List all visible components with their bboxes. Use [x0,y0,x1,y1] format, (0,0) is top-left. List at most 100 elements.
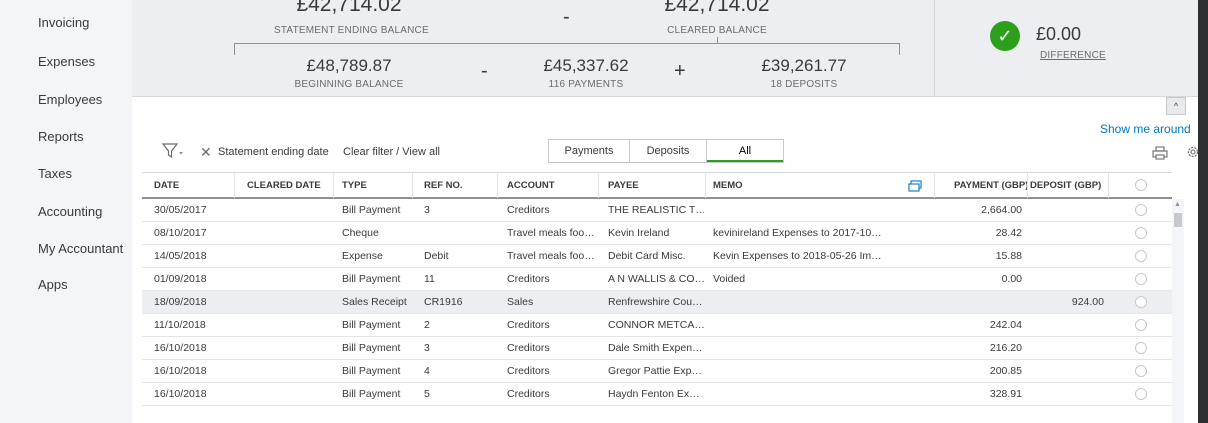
cell-deposit [1028,245,1104,267]
cell-ref-no: 3 [424,342,430,354]
gear-icon[interactable] [1186,145,1200,159]
table-row[interactable]: 30/05/2017 Bill Payment 3 Creditors THE … [142,199,1172,222]
column-header-payee[interactable]: PAYEE [608,173,639,198]
row-select-radio[interactable] [1135,296,1147,308]
cell-cleared-date [247,291,327,313]
cell-payee: Renfrewshire Cou… [608,296,703,308]
cell-payment: 216.20 [989,342,1022,354]
table-row[interactable]: 16/10/2018 Bill Payment 3 Creditors Dale… [142,337,1172,360]
row-select-radio[interactable] [1135,204,1147,216]
cell-payee: Haydn Fenton Ex… [608,388,700,400]
table-row[interactable]: 16/10/2018 Bill Payment 4 Creditors Greg… [142,360,1172,383]
cell-payment: 242.04 [989,319,1022,331]
column-header-ref-no[interactable]: REF NO. [424,173,463,198]
cell-date: 01/09/2018 [154,273,207,285]
row-select-radio[interactable] [1135,388,1147,400]
row-select-radio[interactable] [1135,342,1147,354]
sidebar-item-apps[interactable]: Apps [38,277,68,292]
cell-payment: 0.00 [1001,273,1022,285]
table-row[interactable]: 08/10/2017 Cheque Travel meals foo… Kevi… [142,222,1172,245]
cell-type: Bill Payment [342,388,401,400]
scrollbar-thumb[interactable] [1174,213,1182,227]
table-row[interactable]: 11/10/2018 Bill Payment 2 Creditors CONN… [142,314,1172,337]
cell-memo [713,383,909,405]
cell-payment: 328.91 [989,388,1022,400]
cell-deposit [1028,268,1104,290]
cell-payee: Kevin Ireland [608,227,670,239]
column-divider [934,173,935,198]
cell-account: Creditors [507,365,550,377]
plus-operator: + [674,60,686,82]
column-divider [705,173,706,198]
sidebar-item-invoicing[interactable]: Invoicing [38,15,89,30]
row-select-radio[interactable] [1135,319,1147,331]
cell-date: 11/10/2018 [154,319,206,331]
cell-payee: A N WALLIS & CO… [608,273,704,285]
cell-account: Travel meals foo… [507,227,595,239]
close-icon[interactable]: ✕ [200,144,212,161]
column-header-type[interactable]: TYPE [342,173,367,198]
cell-ref-no: 2 [424,319,430,331]
cell-account: Travel meals foo… [507,250,595,262]
cell-type: Bill Payment [342,342,401,354]
cell-payee: Dale Smith Expen… [608,342,703,354]
cell-payee: CONNOR METCA… [608,319,704,331]
show-me-around-link[interactable]: Show me around [1100,122,1191,136]
sidebar-item-reports[interactable]: Reports [38,129,84,144]
cell-date: 08/10/2017 [154,227,207,239]
cell-account: Creditors [507,342,550,354]
filter-statement-ending-date: Statement ending date [218,146,329,158]
row-select-radio[interactable] [1135,273,1147,285]
sidebar: Invoicing Expenses Employees Reports Tax… [0,0,132,423]
cell-cleared-date [247,222,327,244]
cell-deposit: 924.00 [1071,296,1104,308]
statement-ending-balance-amount: £42,714.02 [296,0,402,16]
table-scrollbar[interactable]: ▲ [1172,199,1184,423]
table-row[interactable]: 16/10/2018 Bill Payment 5 Creditors Hayd… [142,383,1172,406]
difference-caption[interactable]: DIFFERENCE [1040,50,1110,61]
table-row[interactable]: 18/09/2018 Sales Receipt CR1916 Sales Re… [142,291,1172,314]
tab-payments[interactable]: Payments [549,140,629,162]
row-select-radio[interactable] [1135,227,1147,239]
cell-memo [713,291,909,313]
sidebar-item-employees[interactable]: Employees [38,92,102,107]
column-header-memo[interactable]: MEMO [713,173,743,198]
cell-type: Bill Payment [342,319,401,331]
columns-icon[interactable] [908,180,922,192]
table-header: DATE CLEARED DATE TYPE REF NO. ACCOUNT P… [142,172,1172,199]
row-select-radio[interactable] [1135,365,1147,377]
sidebar-item-accounting[interactable]: Accounting [38,204,102,219]
column-divider [1027,173,1028,198]
cell-memo [713,199,909,221]
table-row[interactable]: 01/09/2018 Bill Payment 11 Creditors A N… [142,268,1172,291]
cell-payment: 28.42 [995,227,1022,239]
cell-date: 16/10/2018 [154,388,207,400]
row-select-radio[interactable] [1135,250,1147,262]
select-all-radio[interactable] [1135,179,1147,191]
clear-filter-link[interactable]: Clear filter / View all [343,146,440,158]
column-header-deposit[interactable]: DEPOSIT (GBP) [1030,173,1101,198]
filter-icon[interactable] [162,143,184,159]
tab-all[interactable]: All [707,140,783,162]
column-header-date[interactable]: DATE [154,173,179,198]
cell-payee: Gregor Pattie Exp… [608,365,702,377]
column-header-cleared-date[interactable]: CLEARED DATE [247,173,321,198]
cell-cleared-date [247,314,327,336]
sidebar-item-my-accountant[interactable]: My Accountant [38,241,123,256]
cell-memo: Kevin Expenses to 2018-05-26 Im… [713,250,882,262]
scroll-up-icon[interactable]: ▲ [1174,201,1181,208]
cell-account: Sales [507,296,534,308]
cell-payee: THE REALISTIC T… [608,204,704,216]
cell-type: Expense [342,250,383,262]
print-icon[interactable] [1152,146,1168,160]
sidebar-item-expenses[interactable]: Expenses [38,54,95,69]
table-row[interactable]: 14/05/2018 Expense Debit Travel meals fo… [142,245,1172,268]
cell-ref-no: 11 [424,273,435,285]
sidebar-item-taxes[interactable]: Taxes [38,166,72,181]
column-header-payment[interactable]: PAYMENT (GBP) [954,173,1028,198]
tab-deposits[interactable]: Deposits [630,140,706,162]
chevron-up-icon[interactable]: ^ [1166,97,1186,115]
column-header-account[interactable]: ACCOUNT [507,173,555,198]
cell-memo [713,314,909,336]
column-divider [412,173,413,198]
